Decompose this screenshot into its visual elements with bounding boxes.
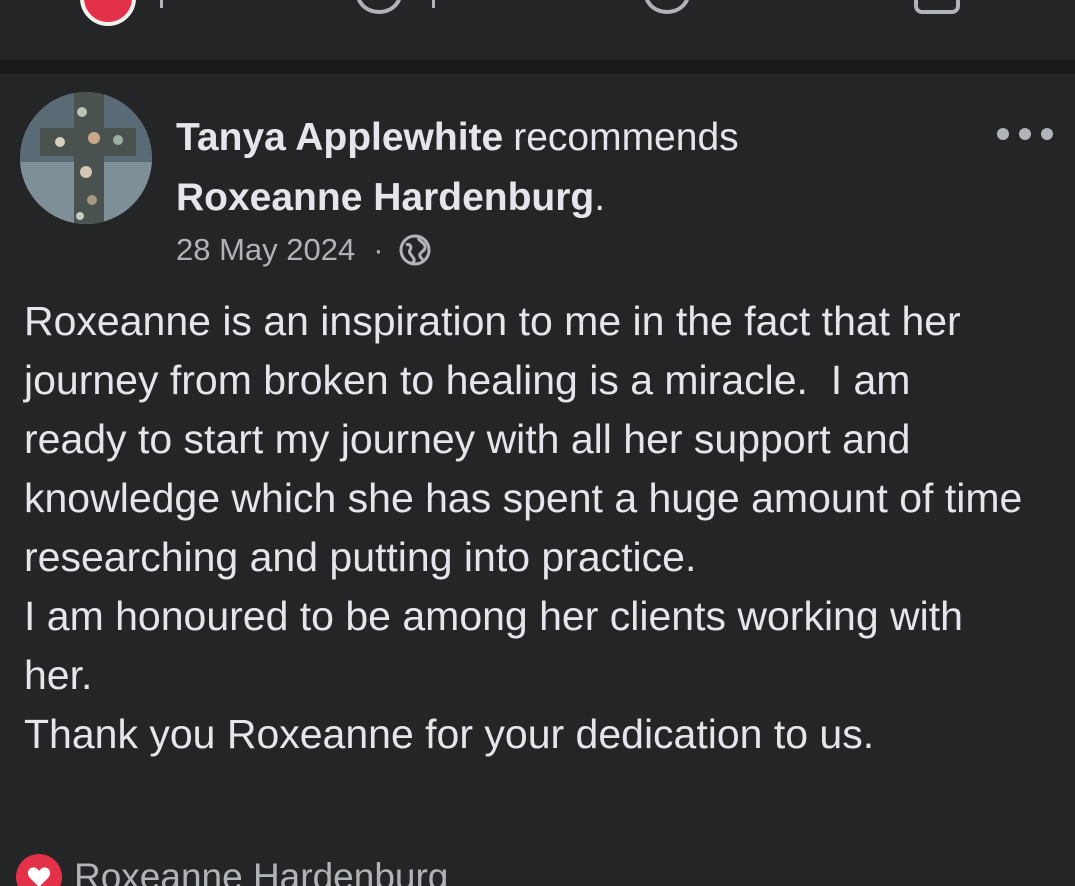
dot [1041,128,1053,140]
send-icon[interactable] [644,0,690,14]
dot [997,128,1009,140]
post-header-line: Tanya Applewhite recommends [176,114,739,162]
reactions-summary[interactable]: Roxeanne Hardenburg [16,854,448,886]
reactions-names: Roxeanne Hardenburg [74,856,449,886]
post-meta: 28 May 2024 · [176,230,432,270]
avatar[interactable] [20,92,152,224]
dot [1019,128,1031,140]
post-paragraph: I am honoured to be among her clients wo… [24,593,975,698]
previous-post-action-bar [0,0,1075,60]
globe-icon [398,233,432,267]
post-paragraph: Thank you Roxeanne for your dedication t… [24,711,875,757]
more-options-icon[interactable] [997,124,1053,144]
feed-separator [0,60,1075,74]
author-name[interactable]: Tanya Applewhite [176,116,503,159]
post-date[interactable]: 28 May 2024 [176,230,355,270]
period: . [594,176,606,219]
feed-page: Tanya Applewhite recommends Roxeanne Hard… [0,0,1075,886]
avatar-image [20,92,152,224]
love-reaction-icon[interactable] [80,0,136,26]
recommendation-post: Tanya Applewhite recommends Roxeanne Hard… [0,74,1075,886]
meta-separator: · [373,232,384,267]
post-body: Roxeanne is an inspiration to me in the … [24,292,1024,764]
recommended-page-line: Roxeanne Hardenburg. [176,174,605,222]
comment-icon[interactable] [356,0,402,14]
post-paragraph: Roxeanne is an inspiration to me in the … [24,298,1034,580]
divider [432,0,435,8]
divider [160,0,163,8]
action-word: recommends [513,116,739,159]
love-icon [16,854,62,886]
recommended-page-name[interactable]: Roxeanne Hardenburg [176,176,594,219]
share-icon[interactable] [914,0,960,14]
